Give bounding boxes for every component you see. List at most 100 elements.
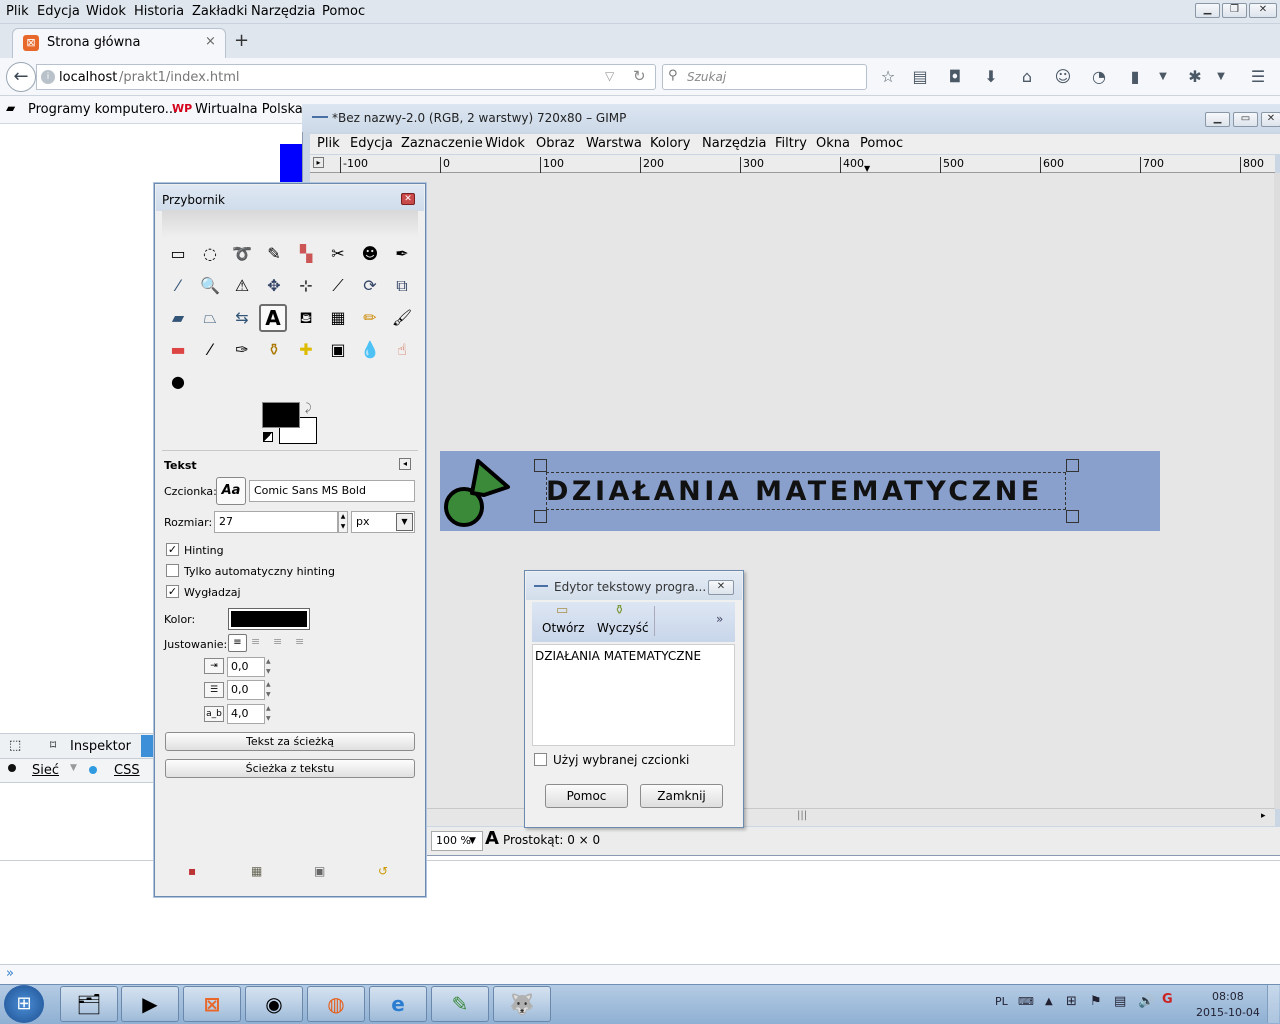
firefox-icon[interactable]: ◍ [307, 986, 365, 1022]
letter-spacing-spinner-icon[interactable]: ▲ ▼ [266, 704, 271, 724]
zoom-dropdown-icon[interactable]: ▼ [469, 832, 481, 850]
reload-icon[interactable]: ↻ [633, 67, 646, 85]
clipboard-icon[interactable]: ▮ [1124, 66, 1146, 88]
gimp-menu-plik[interactable]: Plik [317, 136, 340, 151]
resize-handle-tl[interactable] [534, 459, 547, 472]
gimp-minimize-icon[interactable]: ▁ [1205, 112, 1230, 127]
perspective-clone-icon[interactable]: ▣ [324, 336, 352, 364]
restore-options-icon[interactable]: ▦ [251, 864, 262, 878]
eraser-icon[interactable]: ▬ [164, 336, 192, 364]
explorer-icon[interactable]: 🗂 [60, 986, 118, 1022]
extension-icon[interactable]: ◔ [1088, 66, 1110, 88]
text-along-path-button[interactable]: Tekst za ścieżką [165, 732, 415, 751]
auto-hinting-checkbox[interactable] [166, 564, 179, 577]
gimp-menu-kolory[interactable]: Kolory [650, 136, 690, 151]
measure-icon[interactable]: ⚠ [228, 272, 256, 300]
paths-icon[interactable]: ✒ [388, 240, 416, 268]
ff-menu-historia[interactable]: Historia [134, 4, 184, 19]
help-button[interactable]: Pomoc [545, 784, 628, 808]
shear-icon[interactable]: ▰ [164, 304, 192, 332]
ff-menu-zakladki[interactable]: Zakładki [192, 4, 247, 19]
gimp-maximize-icon[interactable]: ▭ [1233, 112, 1258, 127]
new-tab-icon[interactable]: + [234, 30, 249, 51]
blend-icon[interactable]: ▦ [324, 304, 352, 332]
close-button[interactable]: Zamknij [640, 784, 723, 808]
chrome-icon[interactable]: ◉ [245, 986, 303, 1022]
airbrush-icon[interactable]: ⁄ [196, 336, 224, 364]
clear-button[interactable]: Wyczyść [597, 621, 649, 635]
indent-spinner-icon[interactable]: ▲ ▼ [266, 657, 271, 677]
gimp-menu-edycja[interactable]: Edycja [350, 136, 393, 151]
size-spinner-icon[interactable]: ▲ ▼ [338, 511, 348, 533]
bookmark-star-icon[interactable]: ☆ [877, 66, 899, 88]
justify-center-icon[interactable]: ≡ [273, 635, 282, 648]
color-picker-icon[interactable]: ⁄ [164, 272, 192, 300]
free-select-icon[interactable]: ➰ [228, 240, 256, 268]
internet-explorer-icon[interactable]: e [369, 986, 427, 1022]
ff-menu-widok[interactable]: Widok [86, 4, 126, 19]
font-input[interactable]: Comic Sans MS Bold [249, 480, 415, 502]
console-chevron-icon[interactable]: » [6, 966, 14, 981]
color-select-icon[interactable]: ▚ [292, 240, 320, 268]
ellipse-select-icon[interactable]: ◌ [196, 240, 224, 268]
fuzzy-select-icon[interactable]: ✎ [260, 240, 288, 268]
start-button[interactable]: ⊞ [4, 985, 44, 1023]
scale-icon[interactable]: ⧉ [388, 272, 416, 300]
justify-left-icon[interactable]: ≡ [228, 634, 247, 652]
scroll-right-icon[interactable]: ▸ [1261, 811, 1266, 821]
move-icon[interactable]: ✥ [260, 272, 288, 300]
notepadplusplus-icon[interactable]: ✎ [431, 986, 489, 1022]
resize-handle-tr[interactable] [1066, 459, 1079, 472]
path-from-text-button[interactable]: Ścieżka z tekstu [165, 759, 415, 778]
gimp-taskbar-icon[interactable]: 🐺 [493, 986, 551, 1022]
search-input[interactable]: ⚲ Szukaj [662, 64, 867, 90]
text-color-button[interactable] [228, 608, 310, 630]
justify-fill-icon[interactable]: ≡ [295, 635, 304, 648]
align-icon[interactable]: ⊹ [292, 272, 320, 300]
delete-options-icon[interactable]: ▣ [314, 864, 325, 878]
antialias-checkbox[interactable]: ✓ [166, 585, 179, 598]
xampp-icon[interactable]: ⊠ [183, 986, 241, 1022]
gimp-menu-pomoc[interactable]: Pomoc [860, 136, 903, 151]
close-icon[interactable]: ✕ [1249, 3, 1277, 18]
ff-menu-edycja[interactable]: Edycja [37, 4, 80, 19]
back-button[interactable]: ← [6, 62, 36, 92]
gimp-close-icon[interactable]: ✕ [1261, 112, 1280, 127]
blur-icon[interactable]: 💧 [356, 336, 384, 364]
reading-list-icon[interactable]: ▤ [909, 66, 931, 88]
antivirus-icon[interactable]: G [1162, 992, 1173, 1007]
use-font-checkbox[interactable] [534, 753, 547, 766]
gimp-menu-zaznaczenie[interactable]: Zaznaczenie [401, 136, 483, 151]
gimp-menu-widok[interactable]: Widok [485, 136, 525, 151]
network-icon[interactable]: ▤ [1114, 994, 1126, 1009]
crop-icon[interactable]: ⟋ [324, 272, 352, 300]
restore-icon[interactable]: ❐ [1222, 3, 1247, 18]
options-menu-icon[interactable]: ◂ [399, 458, 411, 470]
hinting-checkbox[interactable]: ✓ [166, 543, 179, 556]
tab-close-icon[interactable]: × [205, 34, 216, 49]
element-picker-icon[interactable]: ⬚ [9, 738, 21, 753]
bucket-fill-icon[interactable]: ⛾ [292, 304, 320, 332]
zoom-icon[interactable]: 🔍 [196, 272, 224, 300]
gimp-menu-obraz[interactable]: Obraz [536, 136, 575, 151]
bug-icon[interactable]: ✱ [1184, 66, 1206, 88]
pencil-icon[interactable]: ✏ [356, 304, 384, 332]
tray-expand-icon[interactable]: ▲ [1045, 996, 1053, 1007]
reset-options-icon[interactable]: ↺ [378, 864, 388, 878]
url-dropdown-icon[interactable]: ▽ [605, 69, 614, 83]
action-center-icon[interactable]: ⚑ [1090, 994, 1102, 1009]
keyboard-icon[interactable]: ⌨ [1018, 995, 1034, 1008]
hamburger-menu-icon[interactable]: ☰ [1247, 66, 1269, 88]
chat-icon[interactable]: ☺ [1052, 66, 1074, 88]
ff-menu-pomoc[interactable]: Pomoc [322, 4, 365, 19]
pocket-icon[interactable]: ◘ [944, 66, 966, 88]
wilber-drop-area[interactable] [162, 210, 418, 238]
download-icon[interactable]: ⬇ [980, 66, 1002, 88]
gimp-menu-filtry[interactable]: Filtry [775, 136, 807, 151]
size-input[interactable]: 27 [214, 511, 338, 533]
url-bar[interactable]: i localhost /prakt1/index.html ▽ ↻ [36, 64, 656, 90]
unit-dropdown-icon[interactable]: ▼ [396, 513, 413, 531]
line-spacing-spinner-icon[interactable]: ▲ ▼ [266, 680, 271, 700]
swap-colors-icon[interactable]: ⤸ [305, 401, 312, 415]
indent-input[interactable]: 0,0 [227, 657, 265, 677]
